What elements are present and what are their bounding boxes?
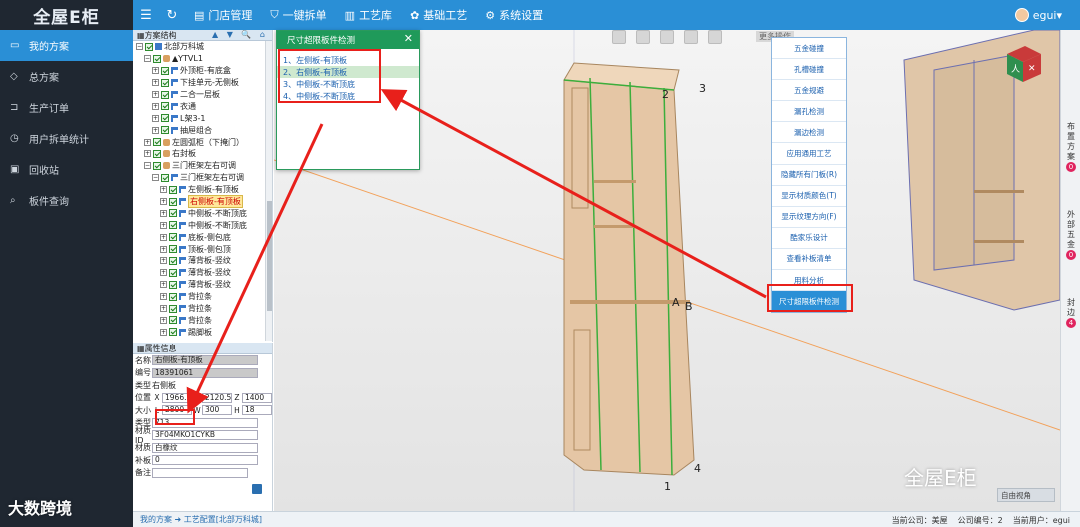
app-root: 全屋E柜 ☰ ↻ ▤ 门店管理 ⛉ 一键拆单 ▥ 工艺库 ✿ 基础工艺 ⚙ 系统设置 eg… [0,0,1080,527]
status-info: 当前公司：美屋 公司编号：2 当前用户：egui [891,515,1070,525]
watermark-right: 全屋E柜 [904,466,977,490]
watermark-left: 大数跨境 [8,499,73,518]
view-select[interactable]: 自由视角 [997,488,1055,502]
annotation-arrows [186,89,767,414]
status-bar: 我的方案 ➜ 工艺配置[北部万科城] 当前公司：美屋 公司编号：2 当前用户：e… [133,511,1080,527]
breadcrumb[interactable]: 我的方案 ➜ 工艺配置[北部万科城] [140,514,262,525]
